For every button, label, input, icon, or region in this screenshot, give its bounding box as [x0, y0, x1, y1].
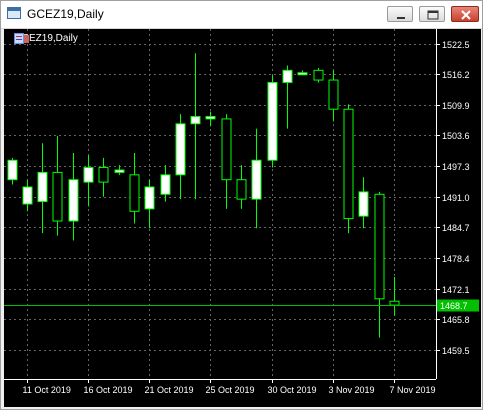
maximize-button[interactable]	[419, 6, 445, 22]
x-tick-label: 16 Oct 2019	[84, 385, 133, 395]
price-chart[interactable]: 1522.5 1516.2 1509.9 1503.6 1497.3 1491.0 1484…	[4, 29, 481, 407]
chart-symbol-label: GCEZ19,Daily	[14, 33, 78, 47]
candle-body-bearish	[221, 118, 232, 181]
candle-body-bullish	[160, 174, 171, 195]
chart-window-icon	[7, 7, 21, 19]
y-tick-label: 1522.5	[442, 40, 470, 50]
x-tick-label: 25 Oct 2019	[206, 385, 255, 395]
candle-body-bullish	[114, 169, 125, 173]
candle-body-bearish	[374, 193, 385, 300]
y-tick-label: 1491.0	[442, 193, 470, 203]
candle-body-bullish	[358, 191, 369, 217]
candle-body-bearish	[328, 79, 339, 110]
close-button[interactable]	[451, 6, 479, 22]
candle-body-bearish	[98, 167, 109, 183]
close-icon	[461, 10, 471, 20]
y-tick-label: 1509.9	[442, 101, 470, 111]
x-tick-label: 7 Nov 2019	[390, 385, 436, 395]
candle-body-bullish	[22, 186, 33, 205]
window-title: GCEZ19,Daily	[27, 7, 104, 21]
candle-body-bullish	[190, 116, 201, 125]
y-tick-label: 1459.5	[442, 346, 470, 356]
minimize-button[interactable]	[387, 6, 413, 22]
candle-body-bearish	[343, 108, 354, 220]
candle-body-bullish	[144, 186, 155, 210]
maximize-icon	[427, 10, 439, 20]
candle-body-bearish	[52, 171, 63, 222]
current-price-label: 1468.7	[440, 301, 468, 311]
x-tick-label: 21 Oct 2019	[145, 385, 194, 395]
y-tick-label: 1503.6	[442, 131, 470, 141]
candle-body-bearish	[313, 69, 324, 81]
x-tick-label: 3 Nov 2019	[329, 385, 375, 395]
indicator-list-icon[interactable]	[14, 33, 30, 44]
y-tick-label: 1497.3	[442, 162, 470, 172]
candle-body-bullish	[297, 72, 308, 76]
x-tick-label: 30 Oct 2019	[268, 385, 317, 395]
candle-body-bearish	[236, 179, 247, 200]
candle-body-bearish	[129, 174, 140, 212]
candle-body-bullish	[175, 123, 186, 176]
y-tick-label: 1465.8	[442, 315, 470, 325]
y-tick-label: 1484.7	[442, 223, 470, 233]
minimize-icon	[397, 17, 405, 19]
y-tick-label: 1516.2	[442, 70, 470, 80]
candle-body-bullish	[282, 69, 293, 83]
candle-body-bullish	[251, 159, 262, 200]
candle-body-bullish	[83, 167, 94, 183]
candle-body-bullish	[37, 171, 48, 203]
candle-body-bearish	[389, 300, 400, 306]
candle-body-bullish	[7, 159, 18, 181]
candle-body-bullish	[205, 116, 216, 120]
candlestick-chart[interactable]: 1522.5 1516.2 1509.9 1503.6 1497.3 1491.0 1484…	[4, 29, 481, 407]
candle-body-bullish	[267, 81, 278, 161]
y-tick-label: 1478.4	[442, 254, 470, 264]
title-bar[interactable]: GCEZ19,Daily	[1, 1, 482, 29]
candle-body-bullish	[68, 179, 79, 222]
x-tick-label: 11 Oct 2019	[23, 385, 71, 395]
chart-window: GCEZ19,Daily 1522.5 1516.2 1509.9 1503.6 149…	[0, 0, 483, 410]
y-tick-label: 1472.1	[442, 285, 470, 295]
